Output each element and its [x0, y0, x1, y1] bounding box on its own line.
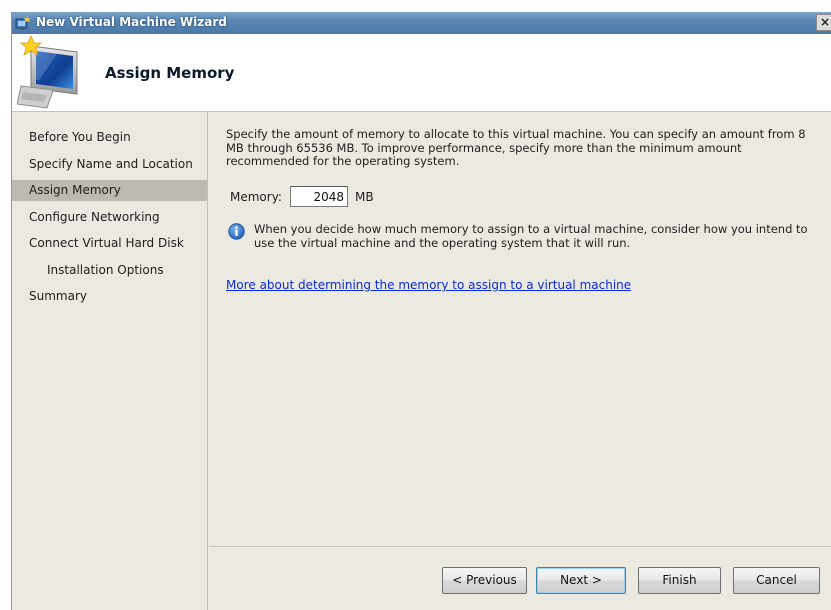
nav-step-specify-name-location[interactable]: Specify Name and Location	[12, 154, 207, 175]
memory-label: Memory:	[230, 190, 282, 204]
memory-description: Specify the amount of memory to allocate…	[226, 127, 806, 168]
title-bar[interactable]: New Virtual Machine Wizard ×	[12, 12, 831, 34]
window-title: New Virtual Machine Wizard	[36, 15, 227, 29]
content-panel: Specify the amount of memory to allocate…	[209, 112, 831, 547]
nav-step-before-you-begin[interactable]: Before You Begin	[12, 127, 207, 148]
nav-step-connect-virtual-hard-disk[interactable]: Connect Virtual Hard Disk	[12, 233, 207, 254]
cancel-button[interactable]: Cancel	[733, 567, 820, 594]
finish-button[interactable]: Finish	[638, 567, 721, 594]
more-about-memory-link[interactable]: More about determining the memory to ass…	[226, 278, 631, 292]
info-icon	[228, 223, 245, 240]
memory-unit-label: MB	[355, 190, 374, 204]
wizard-monitor-icon	[17, 36, 78, 109]
page-heading: Assign Memory	[105, 64, 235, 82]
wizard-footer: < Previous Next > Finish Cancel	[209, 548, 831, 610]
nav-step-summary[interactable]: Summary	[12, 286, 207, 307]
nav-step-installation-options[interactable]: Installation Options	[12, 260, 207, 281]
previous-button[interactable]: < Previous	[442, 567, 527, 594]
next-button[interactable]: Next >	[536, 567, 626, 594]
wizard-header: Assign Memory	[12, 34, 831, 112]
nav-step-assign-memory[interactable]: Assign Memory	[12, 180, 207, 201]
memory-tip-text: When you decide how much memory to assig…	[254, 222, 808, 250]
wizard-steps-nav: Before You Begin Specify Name and Locati…	[12, 112, 208, 610]
hyper-v-app-icon	[15, 16, 31, 30]
close-button[interactable]: ×	[816, 14, 831, 31]
memory-input[interactable]	[290, 186, 348, 207]
wizard-window: New Virtual Machine Wizard × Assign Memo…	[11, 12, 831, 610]
nav-step-configure-networking[interactable]: Configure Networking	[12, 207, 207, 228]
